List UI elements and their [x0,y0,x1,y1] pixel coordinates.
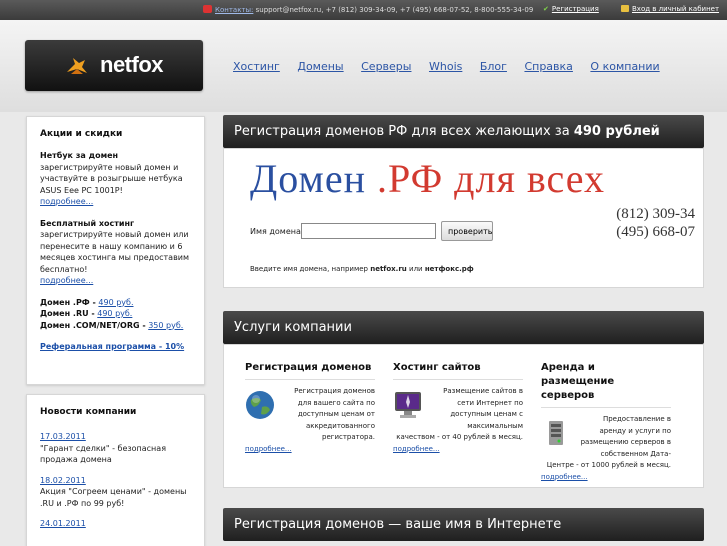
phone-icon [203,5,212,13]
netbook-text: зарегистрируйте новый домен и участвуйте… [40,162,183,195]
hosting-text: зарегистрируйте новый домен или перенеси… [40,230,190,274]
banner-word-domain: Домен [250,156,366,201]
domain-input[interactable] [301,223,436,239]
logo-text: netfox [100,52,164,77]
nav-hosting[interactable]: Хостинг [233,60,280,73]
service-more-link[interactable]: подробнее... [541,473,588,481]
news-item-text: Акция "Согреем ценами" - домены .RU и .Р… [40,487,187,508]
contacts-text: support@netfox.ru, +7 (812) 309-34-09, +… [255,6,534,14]
domain-hint: Введите имя домена, например netfox.ru и… [250,265,474,273]
hint-example-1: netfox.ru [370,265,407,273]
service-title: Аренда и размещение серверов [541,361,671,408]
nav-blog[interactable]: Блог [480,60,507,73]
banner-phone-1: (812) 309-34 [616,206,695,222]
header: netfox Хостинг Домены Серверы Whois Блог… [0,20,727,112]
promo-box: Акции и скидки Нетбук за домен зарегистр… [26,116,205,385]
server-icon [549,421,563,445]
service-title: Регистрация доменов [245,361,375,380]
login-block: Вход в личный кабинет [621,5,719,13]
news-date-link[interactable]: 18.02.2011 [40,476,86,485]
news-title: Новости компании [40,407,137,417]
nav-servers[interactable]: Серверы [361,60,411,73]
netbook-more-link[interactable]: подробнее... [40,197,93,206]
service-hosting: Хостинг сайтов Размещение сайтов в сети … [393,361,523,453]
domain-label: Имя домена: [250,227,304,236]
com-price-label: Домен .COM/NET/ORG - [40,320,146,330]
banner-phones: (812) 309-34 (495) 668-07 [616,205,695,241]
globe-icon [246,391,274,419]
rf-banner: Домен .РФ для всех [250,155,605,202]
hint-prefix: Введите имя домена, например [250,265,368,273]
news-item-text: "Гарант сделки" - безопасная продажа дом… [40,443,167,465]
service-title: Хостинг сайтов [393,361,523,380]
lock-icon [621,5,629,12]
hint-example-2: нетфокс.рф [424,265,474,273]
news-box: Новости компании 17.03.2011 "Гарант сдел… [26,394,205,546]
ru-price-link[interactable]: 490 руб. [97,309,132,318]
register-link[interactable]: Регистрация [552,5,599,13]
login-link[interactable]: Вход в личный кабинет [632,5,719,13]
domain-panel-title: Регистрация доменов РФ для всех желающих… [223,115,704,148]
checkmark-icon: ✔ [543,5,549,13]
banner-phone-2: (495) 668-07 [616,224,695,240]
check-button[interactable]: проверить [441,221,493,241]
promo-title: Акции и скидки [40,129,123,139]
nav-whois[interactable]: Whois [429,60,462,73]
services-panel: Регистрация доменов Регистрация доменов … [223,344,704,488]
register-block: ✔ Регистрация [543,5,599,13]
hosting-more-link[interactable]: подробнее... [40,276,93,285]
contacts-link[interactable]: Контакты: [215,6,253,14]
fox-icon [67,58,87,74]
bottom-panel-title: Регистрация доменов — ваше имя в Интерне… [223,508,704,541]
ru-price-label: Домен .RU - [40,309,95,318]
logo[interactable]: netfox [25,40,203,91]
hosting-heading: Бесплатный хостинг [40,218,135,228]
news-date-link[interactable]: 24.01.2011 [40,519,86,528]
contacts-info: Контакты: support@netfox.ru, +7 (812) 30… [203,5,533,14]
hint-or: или [409,265,423,273]
service-domains: Регистрация доменов Регистрация доменов … [245,361,375,453]
domain-panel: Домен .РФ для всех (812) 309-34 (495) 66… [223,148,704,288]
rf-price-link[interactable]: 490 руб. [98,298,133,307]
com-price-link[interactable]: 350 руб. [148,321,183,330]
news-date-link[interactable]: 17.03.2011 [40,432,86,441]
referral-link[interactable]: Реферальная программа - 10% [40,342,184,351]
netbook-heading: Нетбук за домен [40,151,119,160]
bottom-title-text: Регистрация доменов — ваше имя в Интерне… [234,517,562,532]
nav-help[interactable]: Справка [524,60,572,73]
services-panel-title: Услуги компании [223,311,704,344]
services-title-text: Услуги компании [234,320,352,335]
domain-title-text: Регистрация доменов РФ для всех желающих… [234,124,570,139]
top-bar: Контакты: support@netfox.ru, +7 (812) 30… [0,0,727,20]
main-nav: Хостинг Домены Серверы Whois Блог Справк… [233,60,674,73]
nav-about[interactable]: О компании [590,60,659,73]
domain-title-price: 490 рублей [573,124,660,139]
monitor-icon [395,392,421,418]
rf-price-label: Домен .РФ - [40,297,96,307]
service-servers: Аренда и размещение серверов Предоставле… [541,361,671,481]
nav-domains[interactable]: Домены [297,60,343,73]
service-more-link[interactable]: подробнее... [393,445,440,453]
service-more-link[interactable]: подробнее... [245,445,292,453]
banner-word-rf: .РФ для всех [377,156,605,201]
